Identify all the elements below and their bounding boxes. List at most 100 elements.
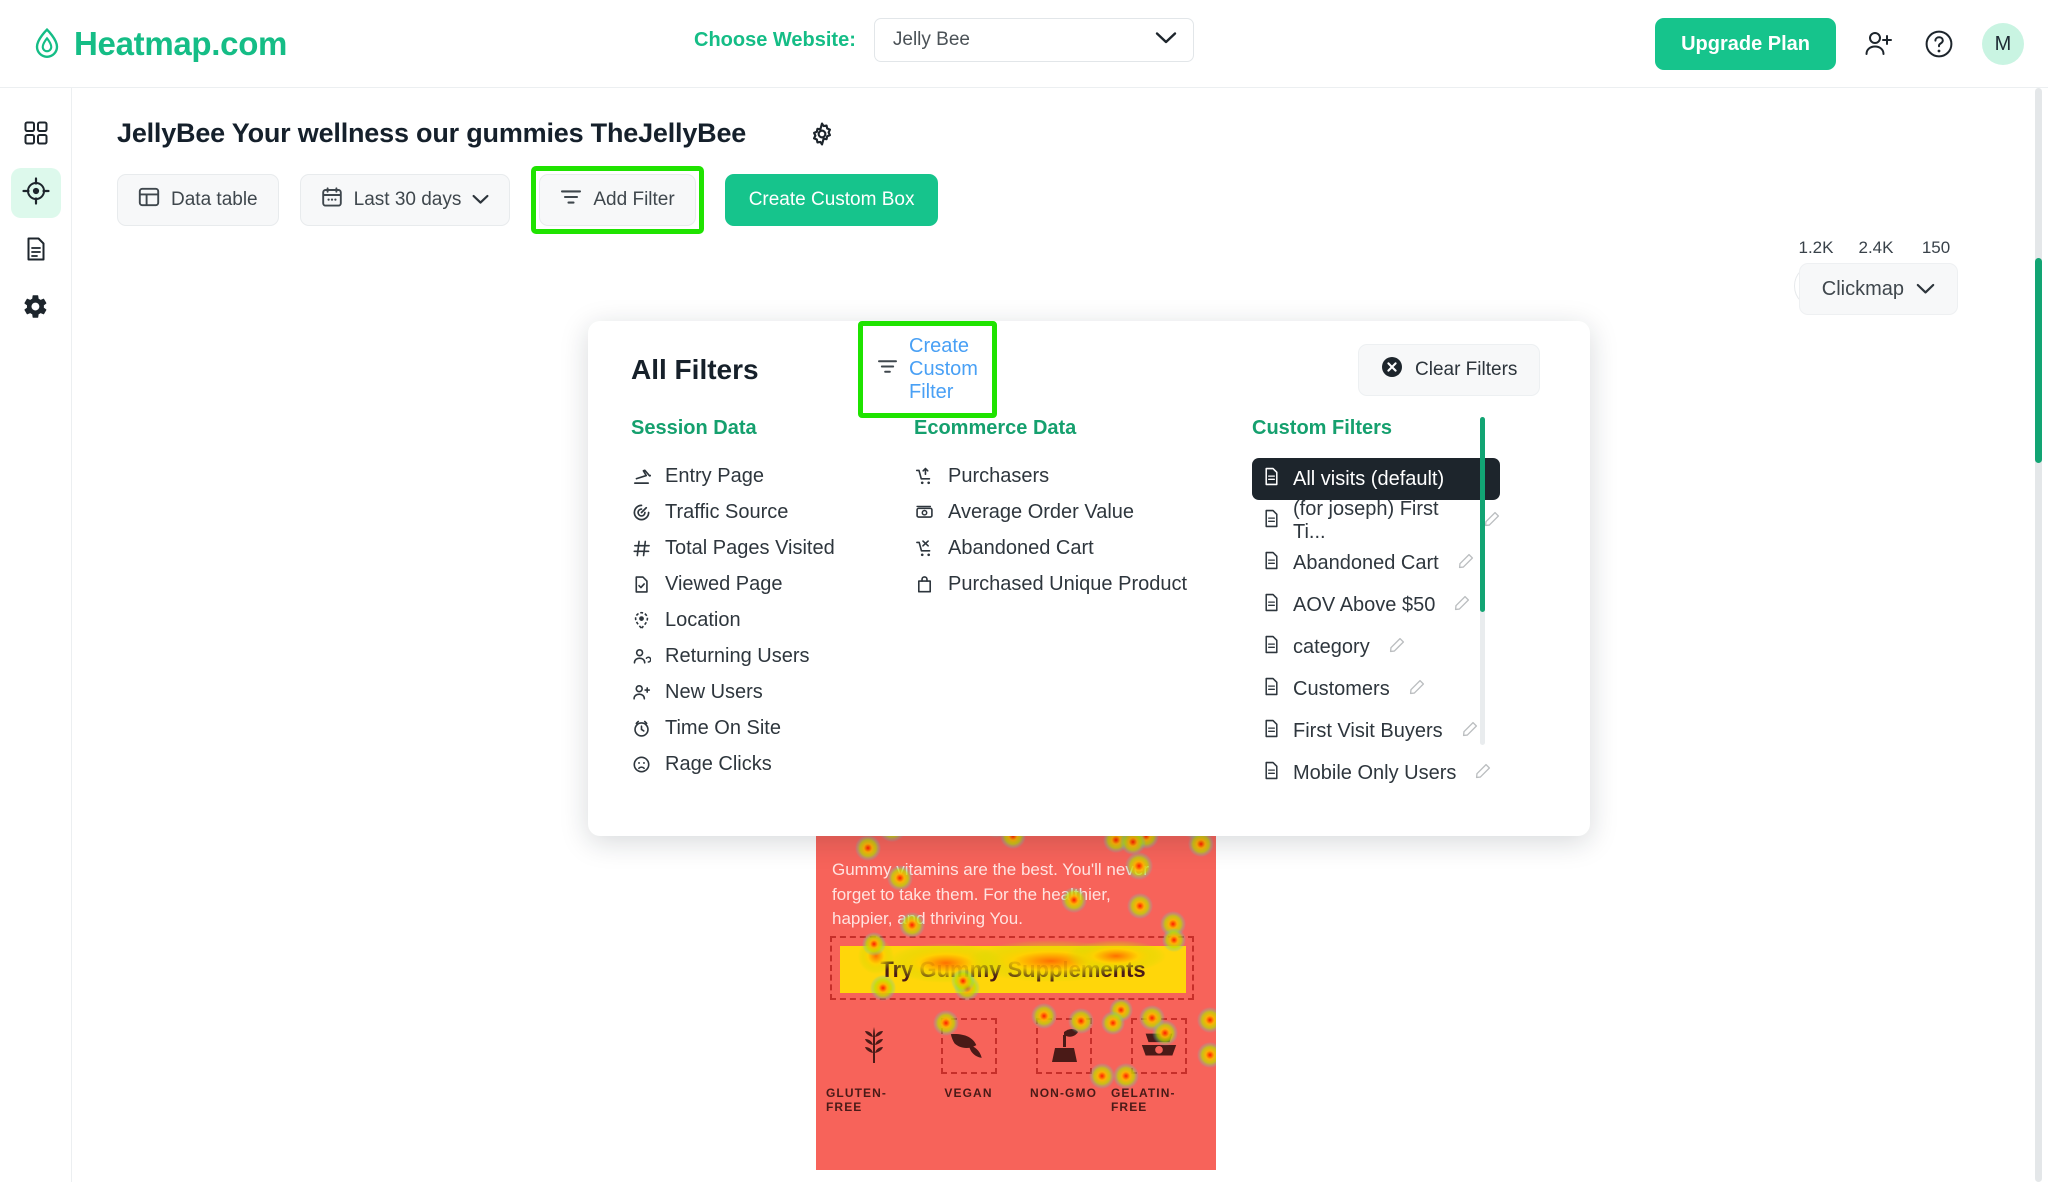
custom-filter-item[interactable]: Abandoned Cart — [1252, 542, 1500, 584]
main-content: JellyBee Your wellness our gummies TheJe… — [72, 88, 2048, 1182]
custom-filter-item[interactable]: Mobile Only Users — [1252, 752, 1500, 786]
custom-filter-item[interactable]: category — [1252, 626, 1500, 668]
pencil-icon[interactable] — [1454, 594, 1470, 617]
data-table-label: Data table — [171, 189, 258, 210]
custom-filter-item[interactable]: (for joseph) First Ti... — [1252, 498, 1500, 543]
custom-filter-label: Mobile Only Users — [1293, 761, 1457, 784]
filter-lines-icon — [560, 188, 582, 212]
filter-traffic-source[interactable]: Traffic Source — [631, 494, 888, 530]
table-icon — [138, 186, 160, 214]
website-select[interactable]: Jelly Bee — [873, 18, 1194, 62]
create-custom-filter-highlight: Create Custom Filter — [858, 321, 997, 418]
pencil-icon[interactable] — [1458, 552, 1474, 575]
filter-average-order-value[interactable]: Average Order Value — [914, 494, 1228, 530]
viewed-page-icon — [631, 575, 651, 594]
filter-location[interactable]: Location — [631, 602, 888, 638]
preview-cta-button[interactable]: Try Gummy Supplements — [840, 946, 1186, 993]
custom-filter-label: All visits (default) — [1293, 467, 1445, 490]
preview-badge: VEGAN — [921, 1018, 1016, 1114]
ecommerce-data-heading: Ecommerce Data — [914, 417, 1077, 439]
custom-filters-scrollbar-thumb[interactable] — [1480, 417, 1485, 612]
custom-filters-list[interactable]: All visits (default) (for joseph) First … — [1252, 458, 1500, 786]
brand-logo[interactable]: Heatmap.com — [32, 25, 287, 63]
filter-returning-users[interactable]: Returning Users — [631, 638, 888, 674]
filter-purchasers[interactable]: Purchasers — [914, 458, 1228, 494]
banknote-icon — [914, 503, 934, 522]
toolbar: Data table Last 30 days Add Filter Creat… — [117, 166, 939, 234]
add-filter-highlight: Add Filter — [531, 166, 704, 234]
date-range-button[interactable]: Last 30 days — [299, 174, 511, 226]
bag-icon — [914, 575, 934, 594]
pencil-icon[interactable] — [1389, 636, 1405, 659]
filter-abandoned-cart[interactable]: Abandoned Cart — [914, 530, 1228, 566]
filter-label: Time On Site — [665, 716, 781, 739]
pencil-icon[interactable] — [1462, 720, 1478, 743]
plant-beaker-icon — [1035, 1018, 1092, 1074]
add-filter-button[interactable]: Add Filter — [539, 174, 696, 226]
sidebar-item-dashboard[interactable] — [11, 110, 61, 160]
session-data-column: Session Data Entry Page Traffic Source T… — [588, 417, 888, 786]
filter-time-on-site[interactable]: Time On Site — [631, 710, 888, 746]
clear-filters-button[interactable]: Clear Filters — [1358, 344, 1541, 396]
filter-panel-title: All Filters — [631, 354, 759, 385]
create-custom-filter-button[interactable]: Create Custom Filter — [877, 335, 978, 404]
filter-purchased-unique-product[interactable]: Purchased Unique Product — [914, 566, 1228, 602]
sidebar-item-settings[interactable] — [11, 284, 61, 334]
session-data-heading: Session Data — [631, 417, 757, 439]
preview-badge: GLUTEN-FREE — [826, 1018, 921, 1114]
custom-filter-item[interactable]: First Visit Buyers — [1252, 710, 1500, 752]
add-user-icon[interactable] — [1862, 27, 1896, 61]
custom-filter-label: category — [1293, 635, 1370, 658]
new-users-icon — [631, 683, 651, 702]
filter-total-pages-visited[interactable]: Total Pages Visited — [631, 530, 888, 566]
create-custom-box-button[interactable]: Create Custom Box — [724, 174, 939, 226]
custom-filter-item[interactable]: All visits (default) — [1252, 458, 1500, 500]
traffic-source-icon — [631, 503, 651, 522]
user-avatar[interactable]: M — [1982, 23, 2024, 65]
question-circle-icon[interactable] — [1922, 27, 1956, 61]
filter-label: New Users — [665, 680, 763, 703]
preview-badge-row: GLUTEN-FREE VEGAN NON-GMO GELATIN-FREE — [826, 1018, 1206, 1114]
pencil-icon[interactable] — [1475, 762, 1491, 785]
data-table-button[interactable]: Data table — [117, 174, 279, 226]
preview-badge: NON-GMO — [1016, 1018, 1111, 1114]
add-filter-label: Add Filter — [593, 189, 675, 210]
filter-label: Viewed Page — [665, 572, 783, 595]
sidebar-item-heatmaps[interactable] — [10, 168, 61, 218]
filter-rage-clicks[interactable]: Rage Clicks — [631, 746, 888, 782]
custom-filters-scrollbar[interactable] — [1480, 417, 1485, 745]
filter-entry-page[interactable]: Entry Page — [631, 458, 888, 494]
page-scrollbar[interactable] — [2035, 88, 2042, 1182]
filter-panel-header: All Filters Create Custom Filter Clear F… — [588, 321, 1590, 425]
pencil-icon[interactable] — [1484, 510, 1500, 533]
pencil-icon[interactable] — [1409, 678, 1425, 701]
document-icon — [1263, 593, 1280, 618]
page-title: JellyBee Your wellness our gummies TheJe… — [117, 118, 747, 148]
filter-label: Purchasers — [948, 464, 1050, 487]
custom-filter-item[interactable]: Customers — [1252, 668, 1500, 710]
cart-x-icon — [914, 539, 934, 558]
filter-viewed-page[interactable]: Viewed Page — [631, 566, 888, 602]
website-select-value: Jelly Bee — [892, 29, 970, 50]
sidebar-item-reports[interactable] — [11, 226, 61, 276]
custom-filter-label: (for joseph) First Ti... — [1293, 498, 1439, 543]
stopwatch-icon — [631, 719, 651, 738]
brand-name: Heatmap.com — [74, 24, 288, 62]
preview-badge-label: GELATIN-FREE — [1111, 1086, 1176, 1114]
page-settings-gear-icon[interactable] — [809, 121, 835, 152]
custom-filter-item[interactable]: AOV Above $50 — [1252, 584, 1500, 626]
droplet-logo-icon — [32, 27, 62, 61]
all-filters-panel: All Filters Create Custom Filter Clear F… — [588, 321, 1590, 836]
view-mode-select[interactable]: Clickmap — [1798, 263, 1958, 315]
calendar-icon — [321, 186, 343, 214]
page-scrollbar-thumb[interactable] — [2035, 258, 2042, 463]
preview-badge-label: GLUTEN-FREE — [826, 1086, 888, 1114]
preview-cta-region: Try Gummy Supplements — [830, 936, 1194, 1000]
filter-new-users[interactable]: New Users — [631, 674, 888, 710]
wheat-sprig-icon — [846, 1018, 902, 1074]
upgrade-plan-button[interactable]: Upgrade Plan — [1655, 18, 1836, 70]
frown-face-icon — [631, 755, 651, 774]
create-custom-filter-label: Create Custom Filter — [909, 335, 978, 403]
filter-label: Total Pages Visited — [665, 536, 835, 559]
desktop-visit-count: 1.2K — [1798, 238, 1834, 257]
